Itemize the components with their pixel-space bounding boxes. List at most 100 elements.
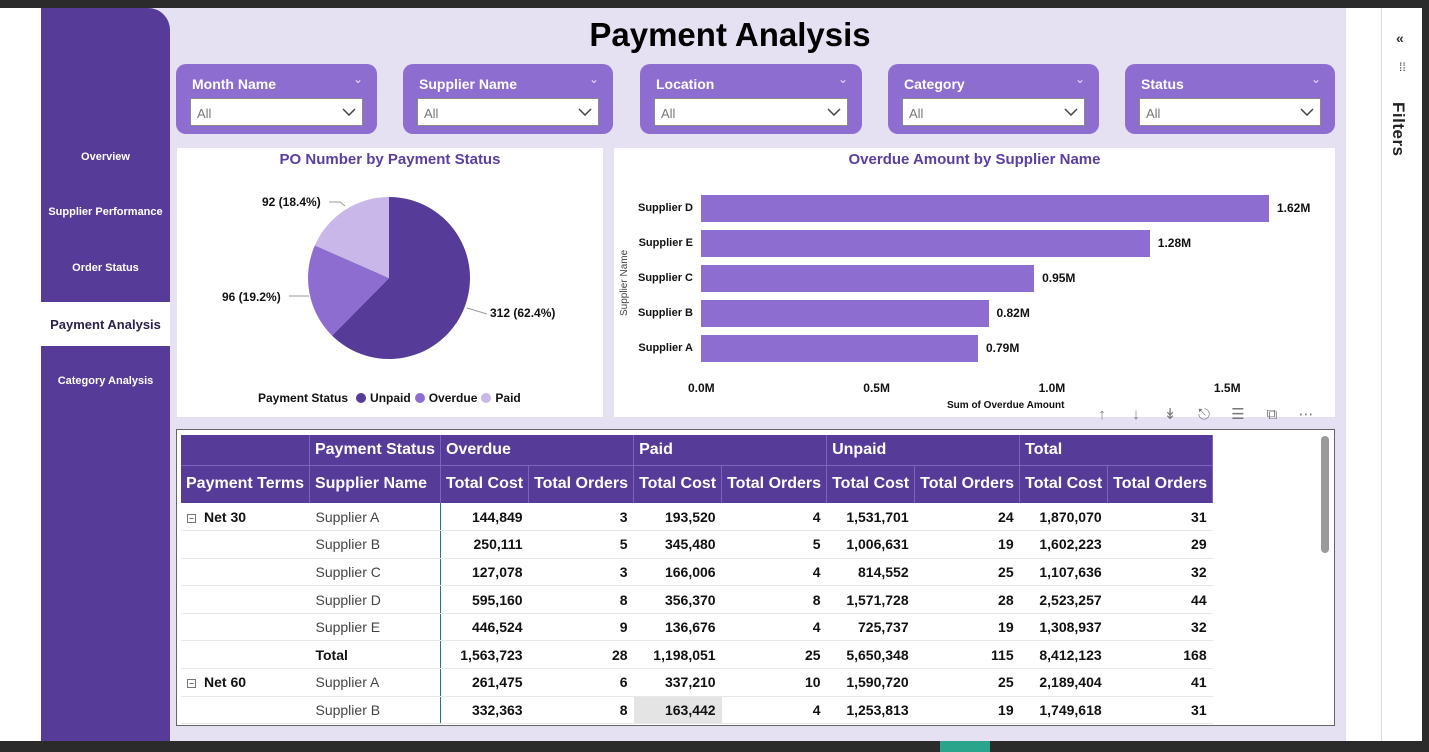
column-header[interactable]: Total Orders bbox=[914, 464, 1021, 503]
chevron-down-icon[interactable]: ⌄ bbox=[353, 72, 363, 86]
vertical-scrollbar[interactable] bbox=[1321, 436, 1329, 553]
filters-label[interactable]: Filters bbox=[1388, 102, 1408, 157]
payment-term-cell bbox=[181, 558, 310, 587]
x-tick-label: 0.0M bbox=[688, 381, 715, 395]
subtotal-row[interactable]: Total 1,563,723 28 1,198,051 25 5,650,348 115 8… bbox=[181, 640, 1213, 670]
bar-value-label: 0.82M bbox=[996, 306, 1030, 320]
table-row[interactable]: − Net 60 Supplier A 261,475 6 337,210 10 1,590,… bbox=[181, 668, 1213, 697]
value-cell: 4 bbox=[721, 696, 827, 725]
collapse-icon[interactable]: − bbox=[187, 679, 196, 689]
value-cell: 29 bbox=[1107, 530, 1213, 559]
value-cell: 5 bbox=[528, 530, 634, 559]
value-cell: 2,189,404 bbox=[1019, 668, 1108, 697]
slicer-label: Location bbox=[656, 76, 715, 92]
bar[interactable] bbox=[701, 300, 989, 327]
header-cell bbox=[1107, 435, 1214, 465]
nav-item-category-analysis[interactable]: Category Analysis bbox=[41, 359, 170, 403]
nav-item-overview[interactable]: Overview bbox=[41, 135, 170, 179]
slicer-dropdown[interactable]: All bbox=[1139, 98, 1321, 126]
legend-item-paid[interactable]: Paid bbox=[495, 391, 520, 405]
legend-item-overdue[interactable]: Overdue bbox=[429, 391, 478, 405]
column-header-row: Payment Terms Supplier Name Total Cost T… bbox=[181, 464, 1214, 503]
focus-mode-icon[interactable]: ⧉ bbox=[1255, 406, 1289, 423]
column-header[interactable]: Total Orders bbox=[721, 464, 828, 503]
chevron-down-icon[interactable]: ⌄ bbox=[1075, 72, 1085, 86]
more-options-icon[interactable]: ⋯ bbox=[1289, 405, 1323, 423]
slicer-status: Status ⌄ All bbox=[1125, 64, 1335, 134]
table-row[interactable]: Supplier D 595,160 8 356,370 8 1,571,728 28 2,5… bbox=[181, 585, 1213, 614]
value-cell: 25 bbox=[914, 668, 1020, 697]
matrix-table: Payment Status Overdue Paid Unpaid Total… bbox=[181, 435, 1214, 725]
bar[interactable] bbox=[701, 230, 1150, 257]
column-header[interactable]: Supplier Name bbox=[309, 464, 442, 503]
slice-label-unpaid: 312 (62.4%) bbox=[490, 306, 556, 320]
x-tick-label: 0.5M bbox=[863, 381, 890, 395]
value-cell: 261,475 bbox=[440, 668, 529, 697]
column-header[interactable]: Total Cost bbox=[826, 464, 916, 503]
value-cell: 8 bbox=[528, 585, 634, 614]
slicer-value: All bbox=[909, 106, 924, 121]
expand-all-down-icon[interactable]: ↡ bbox=[1153, 405, 1187, 423]
value-cell: 356,370 bbox=[633, 585, 722, 614]
nav-item-payment-analysis[interactable]: Payment Analysis bbox=[41, 302, 170, 346]
payment-term-cell bbox=[181, 613, 310, 642]
value-cell: 28 bbox=[914, 585, 1020, 614]
value-cell: 1,198,051 bbox=[633, 640, 722, 670]
supplier-cell: Supplier A bbox=[309, 503, 442, 532]
slicer-dropdown[interactable]: All bbox=[190, 98, 363, 126]
slicer-dropdown[interactable]: All bbox=[654, 98, 848, 126]
column-header[interactable]: Total Cost bbox=[1019, 464, 1109, 503]
category-label: Supplier D bbox=[637, 202, 693, 214]
supplier-cell: Supplier A bbox=[309, 668, 442, 697]
header-cell[interactable]: Total bbox=[1019, 435, 1108, 465]
chevron-down-icon bbox=[578, 108, 592, 116]
header-cell[interactable]: Payment Status bbox=[309, 435, 442, 465]
header-cell[interactable]: Paid bbox=[633, 435, 722, 465]
chevron-down-icon bbox=[1300, 108, 1314, 116]
column-header[interactable]: Total Orders bbox=[528, 464, 635, 503]
bar[interactable] bbox=[701, 335, 978, 362]
payment-term-cell[interactable]: − Net 60 bbox=[181, 668, 310, 697]
app-window: Overview Supplier Performance Order Stat… bbox=[0, 0, 1429, 752]
filter-bars-icon: ⁞⁞ bbox=[1399, 60, 1406, 74]
bar[interactable] bbox=[701, 265, 1035, 292]
expand-hierarchy-icon[interactable]: ⎋ bbox=[1187, 406, 1221, 423]
table-row[interactable]: − Net 30 Supplier A 144,849 3 193,520 4 1,531,7… bbox=[181, 503, 1213, 532]
collapse-icon[interactable]: − bbox=[187, 513, 196, 523]
category-label: Supplier B bbox=[637, 307, 693, 319]
column-header[interactable]: Total Cost bbox=[633, 464, 723, 503]
slicer-label: Category bbox=[904, 76, 965, 92]
chevron-down-icon[interactable]: ⌄ bbox=[589, 72, 599, 86]
window-top-border bbox=[0, 0, 1429, 8]
supplier-cell: Supplier B bbox=[309, 530, 442, 559]
nav-item-supplier-performance[interactable]: Supplier Performance bbox=[41, 190, 170, 234]
nav-item-order-status[interactable]: Order Status bbox=[41, 246, 170, 290]
slicer-label: Status bbox=[1141, 76, 1184, 92]
bar-value-label: 1.28M bbox=[1157, 236, 1192, 250]
table-row[interactable]: Supplier E 446,524 9 136,676 4 725,737 19 1,308… bbox=[181, 613, 1213, 642]
table-row[interactable]: Supplier C 127,078 3 166,006 4 814,552 25 1,107… bbox=[181, 558, 1213, 587]
chevron-down-icon[interactable]: ⌄ bbox=[1311, 72, 1321, 86]
slicer-dropdown[interactable]: All bbox=[417, 98, 599, 126]
column-header[interactable]: Payment Terms bbox=[181, 464, 310, 503]
value-cell: 32 bbox=[1107, 613, 1213, 642]
slicer-dropdown[interactable]: All bbox=[902, 98, 1085, 126]
chevron-down-icon[interactable]: ⌄ bbox=[838, 72, 848, 86]
header-cell[interactable]: Overdue bbox=[440, 435, 529, 465]
table-row[interactable]: Supplier B 250,111 5 345,480 5 1,006,631 19 1,6… bbox=[181, 530, 1213, 559]
table-row[interactable]: Supplier B 332,363 8 163,442 4 1,253,813 19 1,7… bbox=[181, 696, 1213, 725]
payment-term-cell[interactable]: − Net 30 bbox=[181, 503, 310, 532]
drill-down-icon[interactable]: ↓ bbox=[1119, 406, 1153, 423]
filter-icon[interactable]: ☰ bbox=[1221, 405, 1255, 423]
header-cell[interactable]: Unpaid bbox=[826, 435, 915, 465]
value-cell: 136,676 bbox=[633, 613, 722, 642]
legend-item-unpaid[interactable]: Unpaid bbox=[370, 391, 411, 405]
bar[interactable] bbox=[701, 195, 1269, 222]
drill-up-icon[interactable]: ↑ bbox=[1085, 406, 1119, 423]
value-cell: 144,849 bbox=[440, 503, 529, 532]
column-header[interactable]: Total Cost bbox=[440, 464, 530, 503]
collapse-filters-icon[interactable]: « bbox=[1396, 30, 1404, 46]
value-cell: 8 bbox=[721, 585, 827, 614]
slicer-value: All bbox=[424, 106, 439, 121]
column-header[interactable]: Total Orders bbox=[1107, 464, 1214, 503]
